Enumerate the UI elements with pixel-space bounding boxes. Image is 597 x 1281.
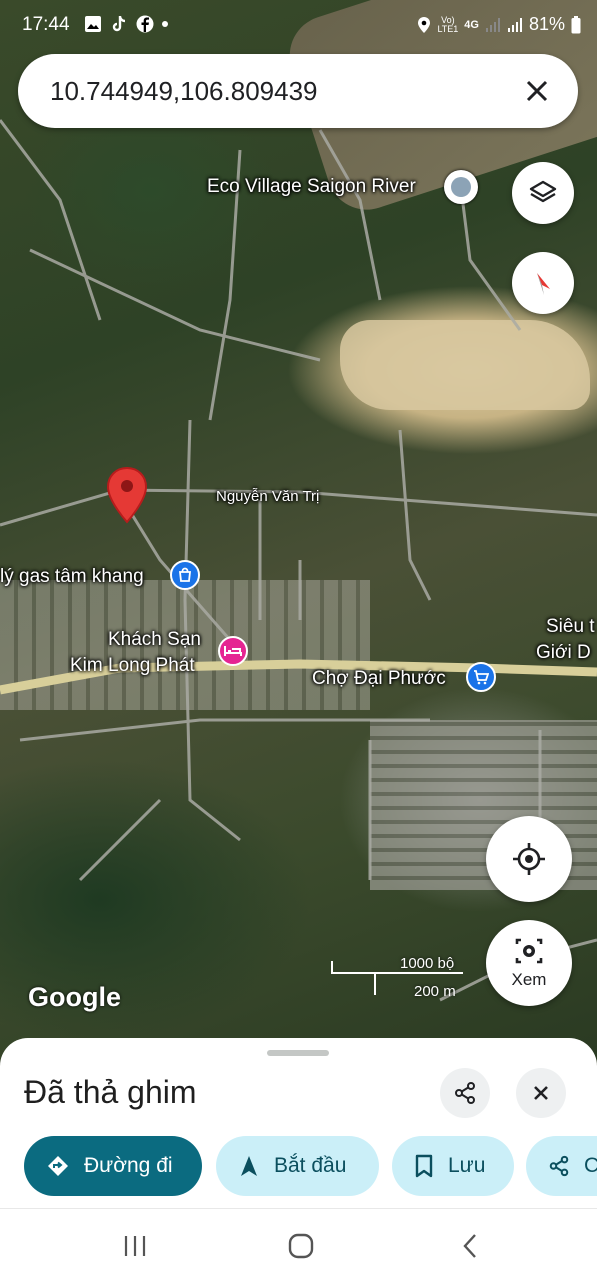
my-location-button[interactable] (486, 816, 572, 902)
back-button[interactable] (450, 1231, 490, 1261)
dot-icon (162, 21, 168, 27)
market-poi-icon[interactable] (466, 662, 496, 692)
system-nav-bar (0, 1208, 597, 1281)
directions-icon (48, 1156, 68, 1176)
label-nguyen-van-tri: Nguyễn Văn Trị (216, 488, 320, 505)
search-bar[interactable]: 10.744949,106.809439 (18, 54, 578, 128)
gallery-icon (85, 16, 101, 32)
home-icon (288, 1233, 314, 1259)
status-right: Vo) LTE1 4G 81% (417, 14, 581, 35)
compass-button[interactable] (512, 252, 574, 314)
home-button[interactable] (281, 1231, 321, 1261)
status-time: 17:44 (22, 14, 70, 35)
share-icon (455, 1082, 475, 1104)
close-icon (526, 80, 548, 102)
share-icon (549, 1155, 569, 1177)
label-gas-shop: lý gas tâm khang (0, 566, 144, 587)
directions-label: Đường đi (84, 1154, 173, 1177)
sheet-title: Đã thả ghim (24, 1074, 197, 1110)
lens-button[interactable]: Xem (486, 920, 572, 1006)
dropped-pin-icon[interactable] (106, 466, 148, 524)
volte-indicator: Vo) LTE1 (437, 14, 459, 34)
navigation-arrow-icon (241, 1156, 257, 1176)
label-hotel-line1: Khách Sạn (108, 629, 201, 650)
facebook-icon (136, 15, 154, 33)
location-icon (418, 16, 431, 33)
status-bar: 17:44 Vo) LTE1 4G 81% (0, 0, 597, 52)
scale-metric: 200 m (414, 983, 456, 1000)
hotel-poi-icon[interactable] (218, 636, 248, 666)
sheet-drag-handle[interactable] (267, 1050, 329, 1056)
layers-icon (529, 180, 557, 203)
label-sieu-thi-line2: Giới D (536, 642, 591, 663)
scale-imperial: 1000 bộ (400, 955, 455, 972)
save-label: Lưu (448, 1154, 486, 1177)
marker-dot-icon (451, 177, 471, 197)
map-scale: 1000 bộ 200 m (330, 955, 465, 1001)
network-type: 4G (464, 18, 479, 31)
map-view[interactable]: Eco Village Saigon River Nguyễn Văn Trị … (0, 0, 597, 1060)
label-market: Chợ Đại Phước (312, 668, 446, 689)
share-chip-button[interactable]: C (526, 1136, 597, 1196)
shop-poi-icon[interactable] (170, 560, 200, 590)
place-sheet[interactable]: Đã thả ghim Đường đi Bắt đầu Lưu C (0, 1038, 597, 1208)
directions-button[interactable]: Đường đi (24, 1136, 202, 1196)
label-hotel-line2: Kim Long Phát (70, 655, 195, 676)
signal-icon-2 (507, 17, 522, 32)
recent-apps-button[interactable] (115, 1231, 155, 1261)
start-button[interactable]: Bắt đầu (216, 1136, 379, 1196)
start-label: Bắt đầu (274, 1154, 347, 1177)
notification-icons (84, 15, 168, 33)
close-icon (534, 1086, 548, 1100)
signal-icon-1 (485, 17, 500, 32)
lens-label: Xem (511, 970, 547, 989)
back-icon (463, 1234, 476, 1258)
bookmark-icon (415, 1154, 433, 1178)
google-attribution: Google (28, 982, 121, 1012)
label-sieu-thi-line1: Siêu t (546, 616, 595, 637)
share-chip-label: C (584, 1154, 597, 1177)
share-button[interactable] (440, 1068, 490, 1118)
lens-icon (515, 938, 543, 964)
label-eco-village: Eco Village Saigon River (207, 176, 416, 197)
layers-button[interactable] (512, 162, 574, 224)
save-button[interactable]: Lưu (392, 1136, 514, 1196)
crosshair-icon (513, 843, 545, 875)
battery-icon (571, 15, 581, 33)
battery-percent: 81% (528, 14, 565, 34)
close-sheet-button[interactable] (516, 1068, 566, 1118)
recents-icon (124, 1236, 146, 1256)
eco-village-marker[interactable] (444, 170, 478, 204)
clear-search-button[interactable] (518, 72, 556, 110)
tiktok-icon (112, 16, 126, 32)
road-network (0, 119, 597, 1002)
search-input[interactable]: 10.744949,106.809439 (50, 76, 318, 107)
compass-icon (537, 273, 550, 295)
